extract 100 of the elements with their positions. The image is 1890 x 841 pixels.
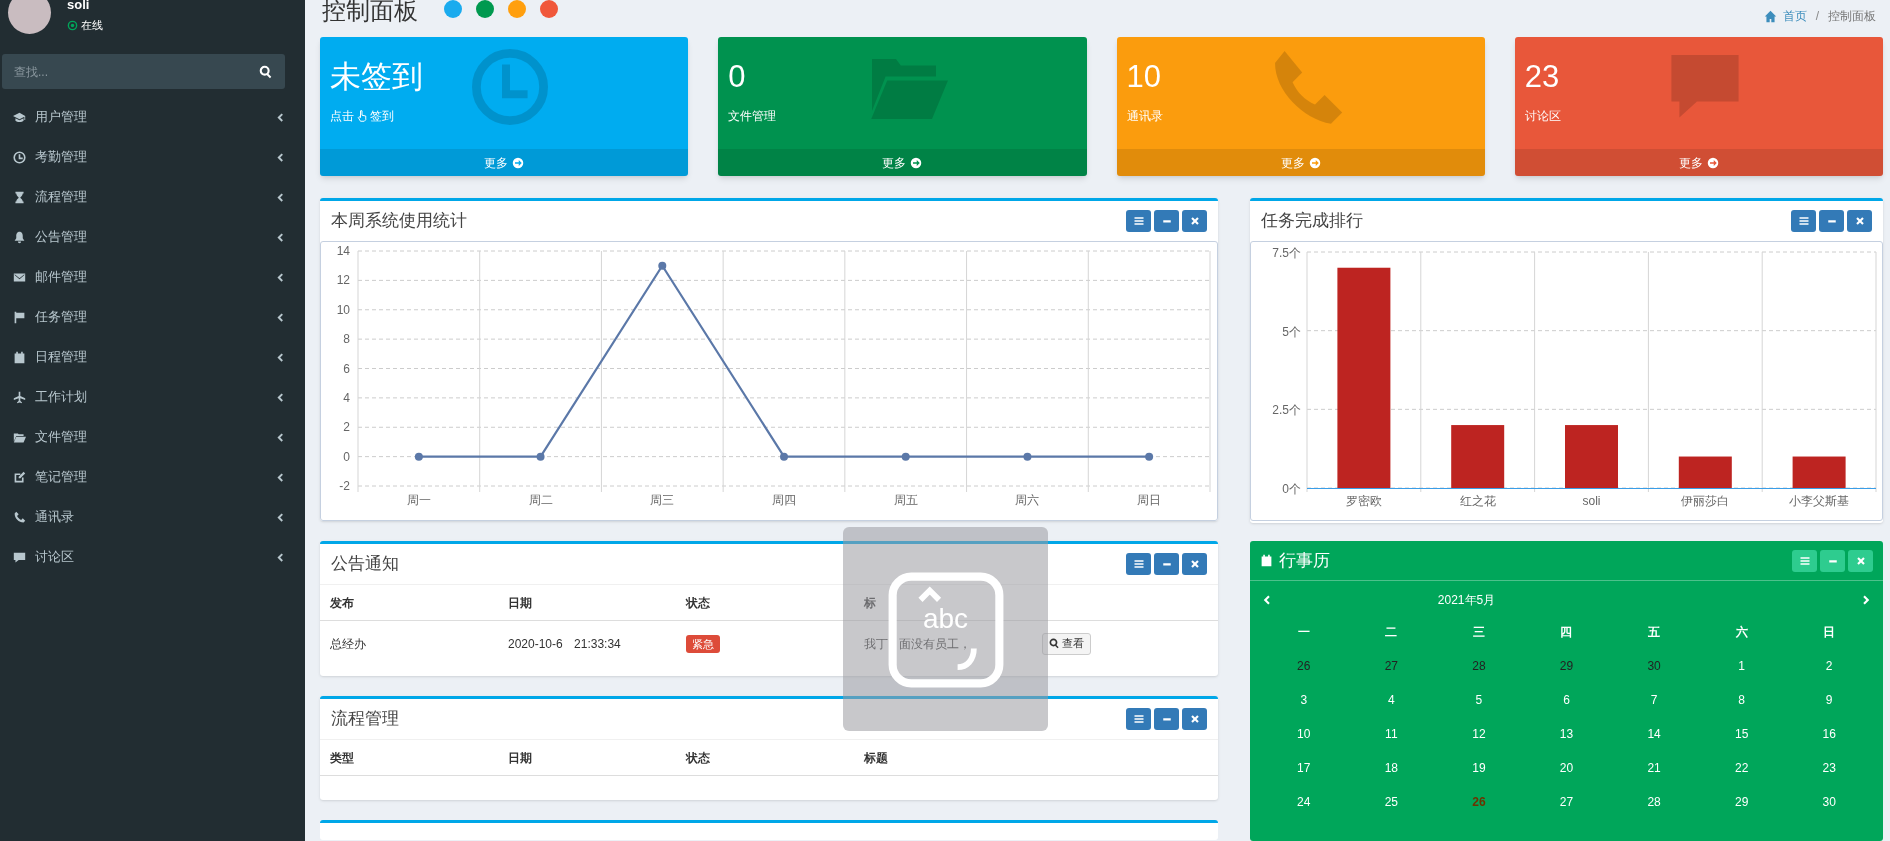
- calendar-day[interactable]: 12: [1472, 717, 1486, 751]
- chevron-left-icon: [274, 271, 285, 283]
- more-link[interactable]: 更多: [1514, 149, 1883, 176]
- calendar-day[interactable]: 15: [1734, 717, 1749, 751]
- sidebar-item[interactable]: 文件管理: [0, 417, 305, 457]
- calendar-icon: [13, 350, 26, 364]
- calendar-day[interactable]: 1: [1738, 649, 1745, 683]
- online-status-icon: [67, 19, 78, 31]
- close-button[interactable]: [1848, 549, 1873, 572]
- sidebar-item[interactable]: 公告管理: [0, 217, 305, 257]
- chevron-left-icon: [274, 311, 285, 323]
- calendar-day[interactable]: 18: [1384, 751, 1399, 785]
- weekday-label: 五: [1648, 624, 1661, 641]
- calendar-day[interactable]: 2: [1825, 649, 1833, 683]
- minimize-button[interactable]: [1820, 549, 1845, 572]
- minimize-button[interactable]: [1154, 553, 1179, 575]
- flag-icon: [13, 310, 26, 324]
- axis-tick-label: 5个: [1282, 324, 1301, 339]
- calendar-day[interactable]: 9: [1825, 683, 1833, 717]
- stat-label: 点击: [330, 108, 354, 125]
- chevron-left-icon: [274, 151, 285, 163]
- menu-button[interactable]: [1791, 210, 1816, 232]
- minimize-button[interactable]: [1154, 210, 1179, 232]
- more-link[interactable]: 更多: [320, 149, 689, 176]
- calendar-day[interactable]: 16: [1822, 717, 1836, 751]
- sidebar-item[interactable]: 用户管理: [0, 97, 305, 137]
- chevron-left-icon: [274, 191, 285, 203]
- menu-button[interactable]: [1792, 549, 1817, 572]
- chevron-left-icon: [274, 471, 285, 483]
- more-link[interactable]: 更多: [718, 149, 1087, 176]
- calendar-day[interactable]: 10: [1297, 717, 1311, 751]
- calendar-day[interactable]: 30: [1822, 785, 1836, 819]
- calendar-day[interactable]: 27: [1559, 785, 1574, 819]
- sidebar-item[interactable]: 笔记管理: [0, 457, 305, 497]
- sidebar-item[interactable]: 考勤管理: [0, 137, 305, 177]
- axis-tick-label: 周二: [528, 493, 553, 507]
- breadcrumb-link[interactable]: 首页: [1782, 7, 1807, 25]
- panel-title: 任务完成排行: [1261, 210, 1363, 233]
- calendar-day[interactable]: 11: [1385, 717, 1398, 751]
- calendar-day[interactable]: 24: [1297, 785, 1311, 819]
- minimize-button[interactable]: [1819, 210, 1844, 232]
- weekday-label: 三: [1472, 624, 1485, 641]
- table-cell-text: 我丁 面没有员工，: [864, 635, 972, 653]
- column-header: 状态: [686, 594, 711, 612]
- menu-icon: [1132, 558, 1145, 570]
- calendar-day[interactable]: 29: [1734, 785, 1749, 819]
- minimize-button[interactable]: [1154, 708, 1179, 730]
- sidebar-item[interactable]: 工作计划: [0, 377, 305, 417]
- sidebar-item[interactable]: 日程管理: [0, 337, 305, 377]
- calendar-day[interactable]: 5: [1475, 683, 1483, 717]
- calendar-day[interactable]: 7: [1650, 683, 1658, 717]
- calendar-day[interactable]: 30: [1647, 649, 1661, 683]
- sidebar-item[interactable]: 流程管理: [0, 177, 305, 217]
- axis-tick-label: 周三: [650, 493, 675, 507]
- calendar-day[interactable]: 8: [1738, 683, 1745, 717]
- input-method-label: abc: [922, 604, 969, 634]
- close-button[interactable]: [1182, 553, 1207, 575]
- axis-tick-label: 0个: [1282, 482, 1301, 496]
- calendar-day[interactable]: 29: [1559, 649, 1574, 683]
- calendar-day[interactable]: 3: [1300, 683, 1308, 717]
- calendar-day[interactable]: 26: [1472, 785, 1486, 819]
- search-field[interactable]: 查找...: [2, 54, 285, 89]
- calendar-day[interactable]: 28: [1647, 785, 1661, 819]
- calendar-day[interactable]: 13: [1559, 717, 1574, 751]
- menu-button[interactable]: [1126, 553, 1151, 575]
- axis-tick-label: soli: [1582, 494, 1601, 508]
- axis-tick-label: 红之花: [1459, 494, 1496, 508]
- calendar-day[interactable]: 6: [1563, 683, 1570, 717]
- calendar-day[interactable]: 21: [1647, 751, 1661, 785]
- calendar-day[interactable]: 4: [1388, 683, 1395, 717]
- calendar-day[interactable]: 19: [1472, 751, 1486, 785]
- axis-tick-label: -2: [339, 479, 350, 493]
- calendar-day[interactable]: 20: [1559, 751, 1574, 785]
- menu-button[interactable]: [1126, 708, 1151, 730]
- calendar-day[interactable]: 23: [1822, 751, 1836, 785]
- calendar-day[interactable]: 25: [1384, 785, 1399, 819]
- stat-value: 0: [728, 58, 747, 96]
- axis-tick-label: 0: [343, 449, 350, 464]
- calendar-day[interactable]: 27: [1384, 649, 1399, 683]
- phone-icon: [13, 510, 26, 524]
- sidebar-item[interactable]: 讨论区: [0, 537, 305, 577]
- more-link[interactable]: 更多: [1116, 149, 1485, 176]
- calendar-day[interactable]: 17: [1297, 751, 1311, 785]
- calendar-day[interactable]: 28: [1472, 649, 1486, 683]
- clock-icon: [470, 47, 550, 127]
- close-button[interactable]: [1182, 708, 1207, 730]
- calendar-day[interactable]: 14: [1647, 717, 1661, 751]
- view-button[interactable]: 查看: [1042, 632, 1091, 655]
- close-button[interactable]: [1847, 210, 1872, 232]
- menu-button[interactable]: [1126, 210, 1151, 232]
- sidebar-item[interactable]: 通讯录: [0, 497, 305, 537]
- calendar-day[interactable]: 26: [1297, 649, 1311, 683]
- sidebar-item[interactable]: 邮件管理: [0, 257, 305, 297]
- sidebar-item[interactable]: 任务管理: [0, 297, 305, 337]
- panel-title: 流程管理: [331, 708, 399, 731]
- data-point: [1145, 452, 1154, 461]
- calendar-day[interactable]: 22: [1734, 751, 1749, 785]
- table-cell-text: 总经办: [330, 635, 366, 653]
- user-name: soli: [67, 0, 91, 12]
- close-button[interactable]: [1182, 210, 1207, 232]
